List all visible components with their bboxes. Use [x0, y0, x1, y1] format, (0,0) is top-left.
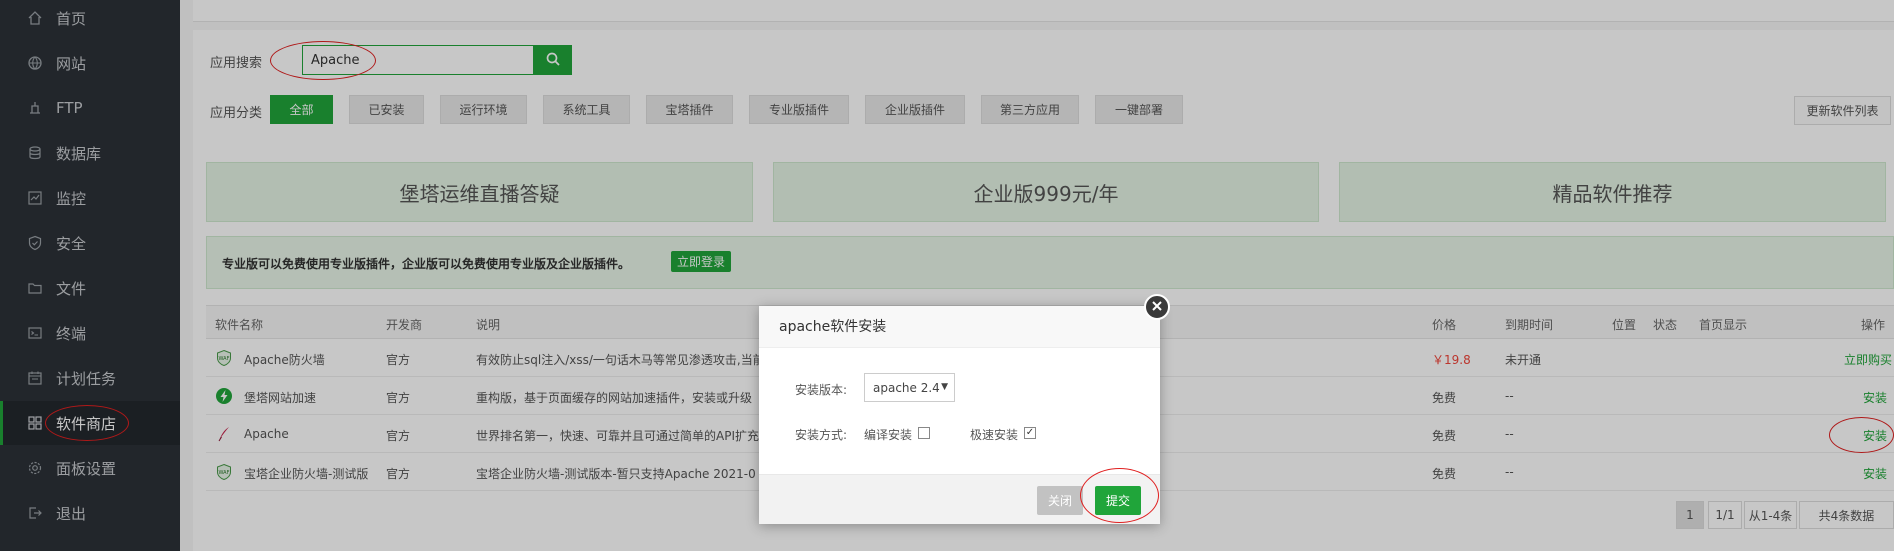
check-icon: ✓	[1025, 427, 1035, 438]
dialog-title: apache软件安装	[759, 306, 1160, 348]
version-select[interactable]: apache 2.4 ▼	[864, 373, 955, 402]
version-label: 安装版本:	[795, 383, 848, 397]
dialog-footer: 关闭 提交	[759, 474, 1160, 524]
compile-install-label: 编译安装	[864, 428, 913, 442]
close-icon	[1151, 300, 1163, 315]
method-label: 安装方式:	[795, 428, 848, 442]
submit-button[interactable]: 提交	[1095, 486, 1141, 515]
fast-install-label: 极速安装	[970, 428, 1019, 442]
dialog-close-button[interactable]	[1144, 294, 1170, 320]
version-value: apache 2.4	[873, 380, 940, 395]
install-dialog: apache软件安装 安装版本: apache 2.4 ▼ 安装方式: 编译安装…	[759, 306, 1160, 524]
close-button[interactable]: 关闭	[1037, 486, 1083, 515]
fast-install-checkbox[interactable]: ✓	[1024, 427, 1036, 439]
compile-install-checkbox[interactable]	[918, 427, 930, 439]
chevron-down-icon: ▼	[941, 382, 948, 392]
